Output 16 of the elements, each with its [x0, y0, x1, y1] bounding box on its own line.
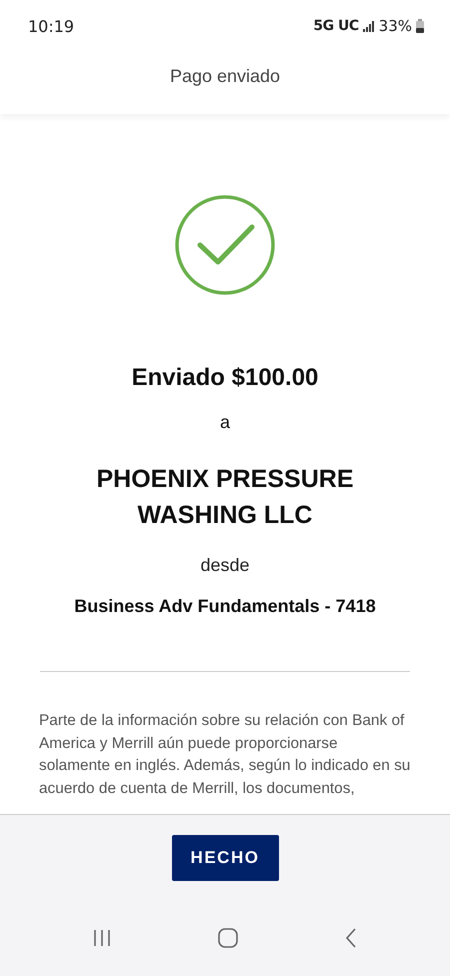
back-icon[interactable]: [344, 928, 357, 948]
done-button[interactable]: HECHO: [172, 835, 278, 881]
home-icon[interactable]: [218, 928, 238, 948]
from-label: desde: [200, 555, 250, 576]
status-time: 10:19: [28, 16, 74, 36]
amount-headline: Enviado $100.00: [132, 364, 318, 392]
disclaimer-text: Parte de la información sobre su relación con Bank of America y Merrill aún puede proporcionarse solamente en inglés. Además, según lo indicado en su acuerdo de cuenta de Merrill, los documentos,: [39, 711, 411, 798]
page-title: Pago enviado: [170, 66, 280, 87]
battery-percent: 33%: [378, 17, 412, 35]
recents-icon[interactable]: [93, 929, 112, 947]
network-label: 5G UC: [313, 18, 359, 34]
account-name: Business Adv Fundamentals - 7418: [74, 596, 376, 617]
recipient-name: PHOENIX PRESSURE WASHING LLC: [95, 464, 354, 531]
connector-text: a: [220, 412, 230, 433]
signal-icon: [362, 20, 375, 32]
battery-icon: [416, 19, 424, 33]
